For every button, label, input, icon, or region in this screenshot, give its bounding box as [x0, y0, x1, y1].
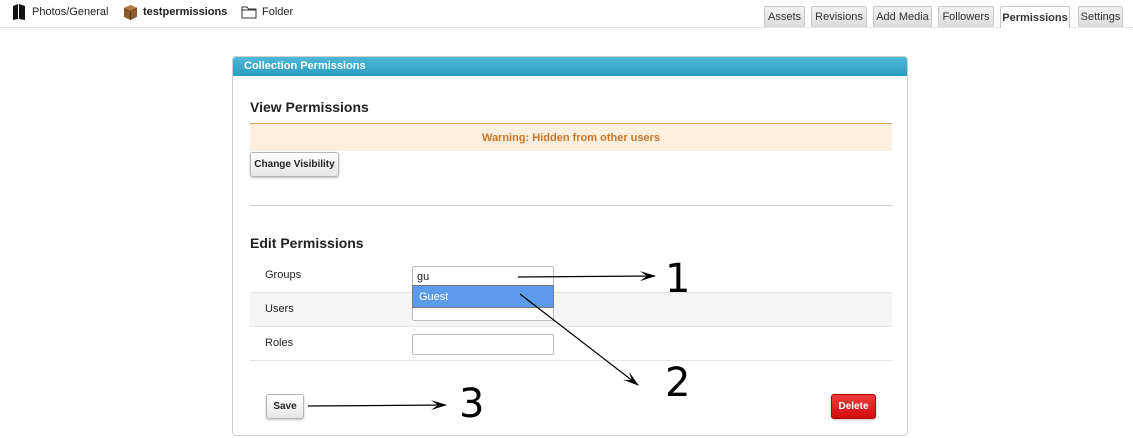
save-button[interactable]: Save: [266, 394, 304, 419]
collection-permissions-panel: Collection Permissions View Permissions …: [232, 56, 908, 436]
groups-label: Groups: [265, 269, 302, 281]
section-divider: [250, 205, 892, 206]
book-icon: [13, 4, 25, 20]
autocomplete-suggestion-guest[interactable]: Guest: [412, 285, 554, 308]
breadcrumb-photos-general[interactable]: Photos/General: [11, 3, 108, 21]
roles-label: Roles: [265, 337, 294, 349]
breadcrumb-label: Folder: [262, 6, 294, 18]
folder-icon: [241, 6, 257, 19]
panel-title: Collection Permissions: [233, 57, 907, 76]
tab-revisions[interactable]: Revisions: [811, 6, 867, 27]
view-permissions-title: View Permissions: [250, 99, 369, 115]
tab-assets[interactable]: Assets: [764, 6, 805, 27]
breadcrumb-folder[interactable]: Folder: [241, 3, 293, 21]
delete-button[interactable]: Delete: [831, 394, 876, 419]
tab-settings[interactable]: Settings: [1078, 6, 1123, 27]
top-bar: Photos/General testpermissions Folder As…: [0, 0, 1133, 28]
breadcrumb-testpermissions[interactable]: testpermissions: [123, 3, 227, 21]
roles-input[interactable]: [412, 334, 554, 355]
groups-input[interactable]: [412, 266, 554, 287]
users-row: Users: [250, 293, 892, 327]
change-visibility-button[interactable]: Change Visibility: [250, 152, 339, 177]
roles-row: Roles: [250, 327, 892, 361]
tab-add-media[interactable]: Add Media: [873, 6, 932, 27]
tab-followers[interactable]: Followers: [938, 6, 994, 27]
users-label: Users: [265, 303, 294, 315]
breadcrumb-label: testpermissions: [143, 6, 228, 18]
edit-permissions-title: Edit Permissions: [250, 235, 364, 251]
hidden-warning-banner: Warning: Hidden from other users: [250, 123, 892, 151]
tab-permissions[interactable]: Permissions: [1000, 6, 1070, 28]
package-icon: [123, 4, 138, 20]
breadcrumb-label: Photos/General: [32, 6, 109, 18]
groups-row: Groups: [250, 259, 892, 293]
